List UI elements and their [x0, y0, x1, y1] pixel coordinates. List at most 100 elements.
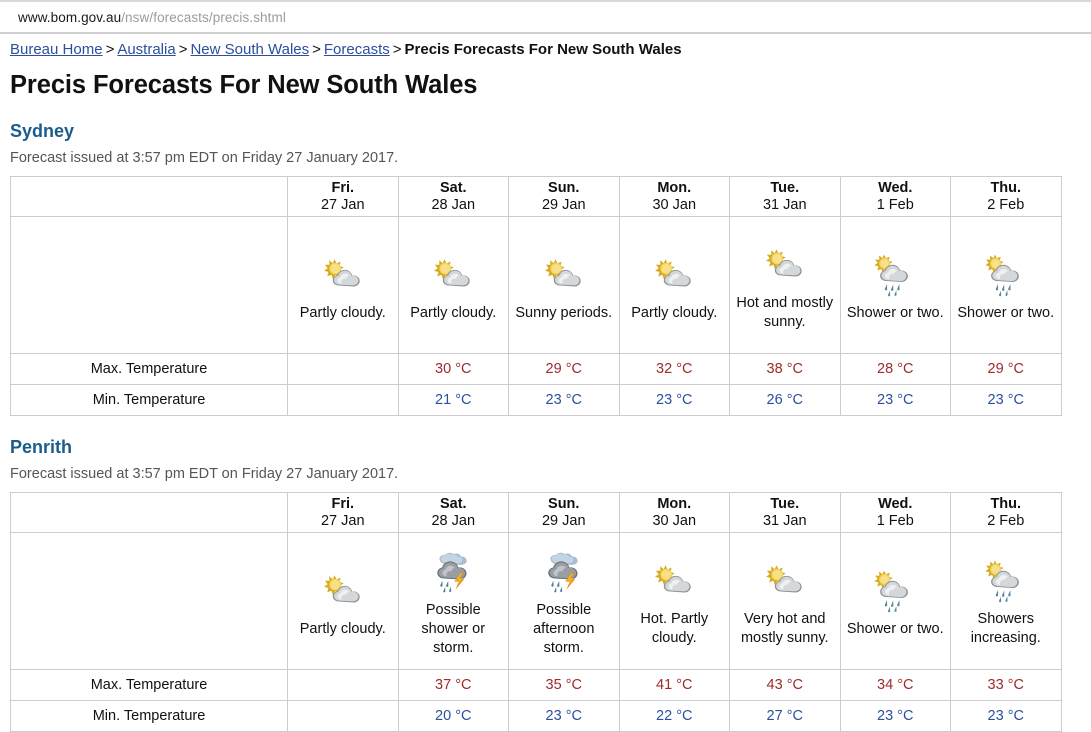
- table-header-row: Fri. 27 Jan Sat. 28 Jan Sun. 29 Jan Mon. 30 Jan…: [10, 176, 1062, 217]
- max-temperature-value: 32 °C: [618, 353, 730, 385]
- forecast-cell: Partly cloudy.: [397, 216, 509, 354]
- breadcrumb: Bureau Home > Australia > New South Wales > Fo…: [0, 34, 1091, 62]
- forecast-description: Hot and mostly sunny.: [736, 295, 834, 330]
- breadcrumb-item-bureau-home[interactable]: Bureau Home: [10, 41, 103, 58]
- location-heading-sydney: Sydney: [10, 121, 75, 141]
- day-of-week: Tue.: [770, 179, 800, 196]
- day-of-week: Sun.: [548, 179, 580, 196]
- min-temperature-label: Min. Temperature: [10, 700, 288, 732]
- day-of-week: Mon.: [657, 179, 692, 196]
- forecast-table-penrith: Fri. 27 Jan Sat. 28 Jan Sun. 29 Jan Mon. 30 Jan…: [10, 492, 1062, 732]
- min-temperature-label: Min. Temperature: [10, 384, 288, 416]
- url-path: /nsw/forecasts/precis.shtml: [121, 9, 286, 25]
- breadcrumb-separator: >: [178, 41, 188, 58]
- breadcrumb-separator: >: [392, 41, 402, 58]
- day-of-week: Fri.: [331, 179, 355, 196]
- sun-cloud-icon: [509, 252, 619, 298]
- table-corner-cell: [10, 492, 288, 533]
- max-temperature-value: 37 °C: [397, 669, 509, 701]
- breadcrumb-item-australia[interactable]: Australia: [117, 41, 175, 58]
- max-temperature-row: Max. Temperature 30 °C 29 °C 32 °C 38 °C 28 °…: [10, 353, 1062, 385]
- forecast-description: Possible afternoon storm.: [533, 601, 595, 656]
- day-of-week: Thu.: [990, 179, 1022, 196]
- sun-cloud-icon: [399, 252, 509, 298]
- max-temperature-label: Max. Temperature: [10, 669, 288, 701]
- forecast-description: Showers increasing.: [970, 611, 1041, 646]
- max-temperature-value: 38 °C: [729, 353, 841, 385]
- forecast-cell: Shower or two.: [839, 532, 951, 670]
- min-temperature-value: 20 °C: [397, 700, 509, 732]
- storm-icon: [399, 549, 509, 595]
- day-header-fri: Fri. 27 Jan: [287, 492, 399, 533]
- day-of-week: Wed.: [878, 179, 913, 196]
- day-of-week: Sun.: [548, 495, 580, 512]
- day-date: 2 Feb: [987, 512, 1025, 529]
- day-header-sat: Sat. 28 Jan: [397, 176, 509, 217]
- location-heading-penrith: Penrith: [10, 437, 73, 457]
- min-temperature-empty: [287, 384, 399, 416]
- min-temperature-value: 23 °C: [839, 700, 951, 732]
- min-temperature-row: Min. Temperature 21 °C 23 °C 23 °C 26 °C 23 °…: [10, 384, 1062, 416]
- forecast-description: Partly cloudy.: [299, 304, 386, 321]
- forecast-description: Sunny periods.: [515, 304, 613, 321]
- forecast-table-sydney: Fri. 27 Jan Sat. 28 Jan Sun. 29 Jan Mon. 30 Jan…: [10, 176, 1062, 416]
- breadcrumb-item-forecasts[interactable]: Forecasts: [324, 41, 390, 58]
- sun-cloud-icon: [730, 558, 840, 604]
- min-temperature-value: 22 °C: [618, 700, 730, 732]
- forecast-cell: Hot. Partly cloudy.: [618, 532, 730, 670]
- day-date: 27 Jan: [320, 512, 365, 529]
- max-temperature-value: 41 °C: [618, 669, 730, 701]
- day-header-thu: Thu. 2 Feb: [950, 176, 1062, 217]
- day-header-mon: Mon. 30 Jan: [618, 176, 730, 217]
- min-temperature-row: Min. Temperature 20 °C 23 °C 22 °C 27 °C 23 °…: [10, 700, 1062, 732]
- forecast-issued-penrith: Forecast issued at 3:57 pm EDT on Friday…: [10, 466, 399, 482]
- day-header-tue: Tue. 31 Jan: [729, 492, 841, 533]
- day-of-week: Tue.: [770, 495, 800, 512]
- forecast-cell: Shower or two.: [950, 216, 1062, 354]
- forecast-description: Shower or two.: [846, 304, 944, 321]
- forecast-cell: Partly cloudy.: [287, 532, 399, 670]
- storm-icon: [509, 549, 619, 595]
- max-temperature-row: Max. Temperature 37 °C 35 °C 41 °C 43 °C 34 °…: [10, 669, 1062, 701]
- max-temperature-value: 33 °C: [950, 669, 1062, 701]
- min-temperature-value: 23 °C: [618, 384, 730, 416]
- day-header-wed: Wed. 1 Feb: [839, 176, 951, 217]
- forecast-cell: Hot and mostly sunny.: [729, 216, 841, 354]
- forecast-cell: Very hot and mostly sunny.: [729, 532, 841, 670]
- forecast-description: Partly cloudy.: [410, 304, 497, 321]
- url-host: www.bom.gov.au: [18, 9, 122, 25]
- url-text: www.bom.gov.au/nsw/forecasts/precis.shtm…: [18, 10, 286, 25]
- day-of-week: Fri.: [331, 495, 355, 512]
- breadcrumb-separator: >: [105, 41, 115, 58]
- breadcrumb-separator: >: [312, 41, 321, 58]
- breadcrumb-item-new-south-wales[interactable]: New South Wales: [190, 41, 309, 58]
- forecast-cell: Possible afternoon storm.: [508, 532, 620, 670]
- day-date: 29 Jan: [541, 196, 586, 213]
- sun-cloud-rain-icon: [951, 558, 1061, 604]
- min-temperature-value: 23 °C: [950, 700, 1062, 732]
- row-label-blank: [10, 216, 288, 354]
- day-date: 2 Feb: [987, 196, 1025, 213]
- forecast-description: Partly cloudy.: [299, 620, 386, 637]
- day-date: 1 Feb: [876, 512, 914, 529]
- day-header-sun: Sun. 29 Jan: [508, 492, 620, 533]
- forecast-cell: Possible shower or storm.: [397, 532, 509, 670]
- browser-url-bar[interactable]: www.bom.gov.au/nsw/forecasts/precis.shtm…: [0, 0, 1091, 34]
- day-date: 29 Jan: [541, 512, 586, 529]
- forecast-description: Shower or two.: [846, 620, 944, 637]
- day-header-wed: Wed. 1 Feb: [839, 492, 951, 533]
- forecast-locations: Sydney Forecast issued at 3:57 pm EDT on …: [0, 121, 1091, 732]
- breadcrumb-item-precis-forecasts-for-new-south-wales: Precis Forecasts For New South Wales: [404, 41, 682, 58]
- min-temperature-value: 26 °C: [729, 384, 841, 416]
- forecast-issued-sydney: Forecast issued at 3:57 pm EDT on Friday…: [10, 150, 399, 166]
- day-date: 31 Jan: [762, 196, 807, 213]
- forecast-description: Possible shower or storm.: [421, 601, 486, 656]
- forecast-cell: Partly cloudy.: [287, 216, 399, 354]
- sun-cloud-rain-icon: [841, 252, 951, 298]
- sun-cloud-rain-icon: [951, 252, 1061, 298]
- max-temperature-value: 29 °C: [950, 353, 1062, 385]
- page-content: Bureau Home > Australia > New South Wales > Fo…: [0, 34, 1091, 732]
- forecast-cell: Shower or two.: [839, 216, 951, 354]
- forecast-icon-row: Partly cloudy. Partly cloudy. Sunny peri…: [10, 216, 1062, 354]
- day-date: 31 Jan: [762, 512, 807, 529]
